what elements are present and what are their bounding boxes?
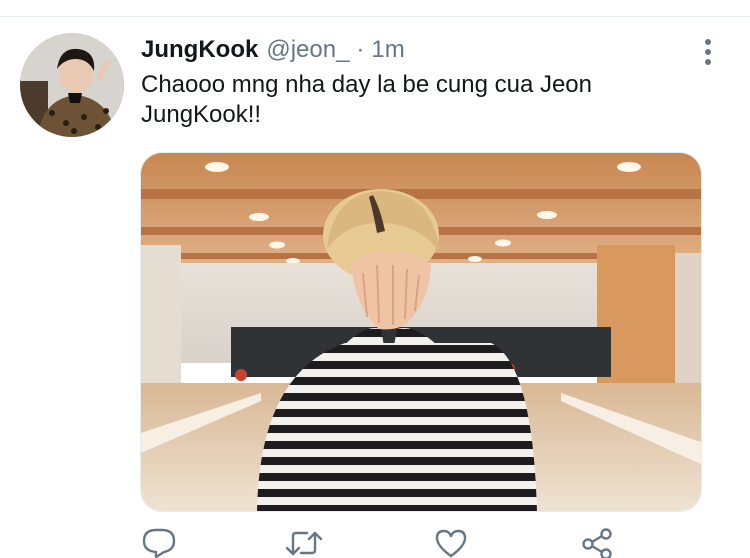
reply-button[interactable] (142, 528, 176, 558)
tweet-text: Chaooo mng nha day la be cung cua Jeon J… (141, 70, 661, 130)
tweet-header: JungKook @jeon_ · 1m (141, 36, 405, 66)
more-options-button[interactable] (700, 38, 716, 66)
more-vertical-icon (700, 38, 716, 66)
top-divider (0, 16, 750, 17)
reply-icon (142, 528, 176, 558)
heart-icon (434, 528, 468, 558)
tweet-media-image[interactable] (140, 152, 702, 512)
tweet-actions-bar (0, 528, 750, 553)
media-photo (141, 153, 702, 512)
avatar-image (20, 33, 124, 137)
separator-dot: · (356, 36, 364, 64)
avatar[interactable] (20, 33, 124, 137)
retweet-icon (285, 528, 323, 558)
user-handle[interactable]: @jeon_ (266, 36, 349, 64)
like-button[interactable] (434, 528, 468, 558)
timestamp[interactable]: 1m (371, 36, 404, 64)
retweet-button[interactable] (285, 528, 323, 558)
share-button[interactable] (580, 528, 614, 558)
share-icon (580, 528, 614, 558)
display-name[interactable]: JungKook (141, 36, 258, 64)
